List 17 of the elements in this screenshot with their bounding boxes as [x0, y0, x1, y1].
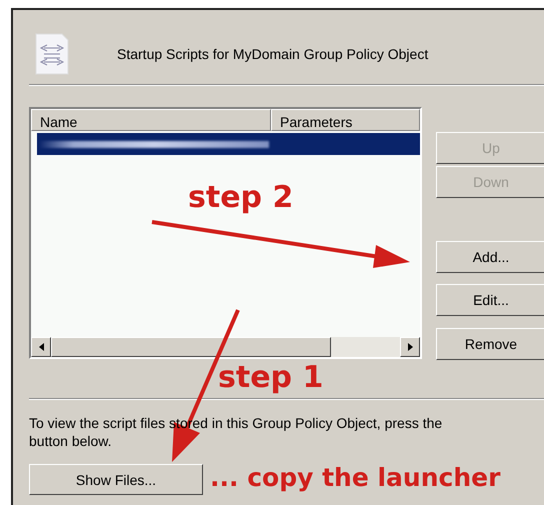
- dialog-button[interactable]: Add...: [436, 241, 544, 273]
- dialog-title: Startup Scripts for MyDomain Group Policy Object: [117, 46, 428, 62]
- annotation-text: step 1: [218, 360, 324, 395]
- list-row[interactable]: [37, 133, 420, 155]
- scroll-right-button[interactable]: [400, 337, 420, 357]
- dialog-button[interactable]: Edit...: [436, 284, 544, 316]
- show-files-button[interactable]: Show Files...: [29, 464, 203, 495]
- scrollbar-thumb[interactable]: [51, 337, 331, 357]
- right-arrow-icon: [408, 343, 412, 351]
- scroll-left-button[interactable]: [31, 337, 51, 357]
- annotation-text: ... copy the launcher: [210, 463, 500, 492]
- column-header[interactable]: Name: [31, 109, 271, 131]
- annotation-text: step 2: [188, 180, 294, 215]
- script-document-icon: [35, 33, 69, 75]
- column-header[interactable]: Parameters: [271, 109, 420, 131]
- dialog-button[interactable]: Remove: [436, 328, 544, 360]
- left-arrow-icon: [38, 343, 44, 351]
